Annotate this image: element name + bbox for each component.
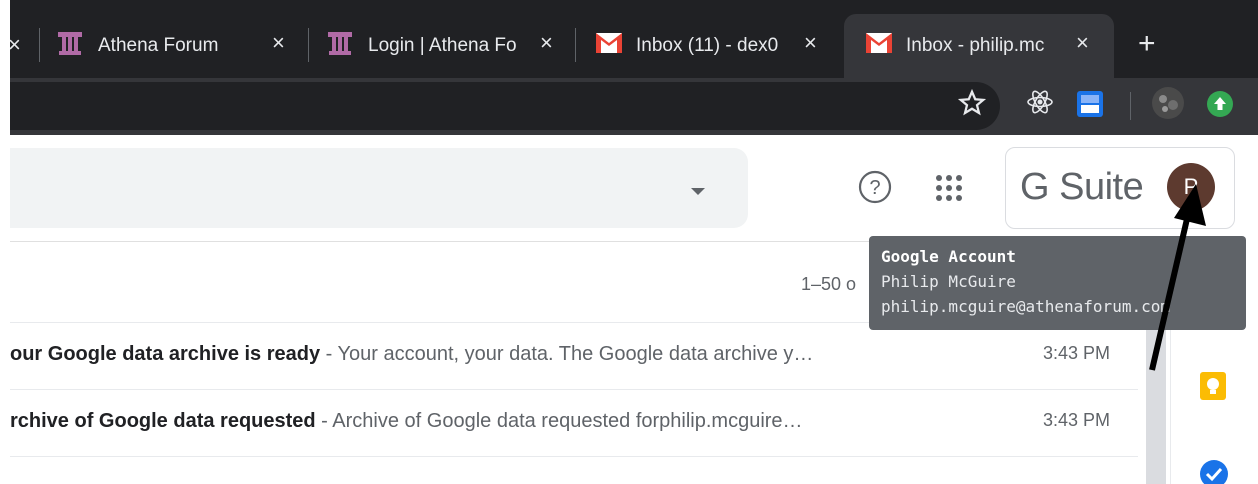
green-upload-extension-icon[interactable]	[1206, 90, 1234, 123]
gmail-icon	[596, 33, 622, 59]
email-subject: rchive of Google data requested	[10, 410, 316, 432]
toolbar-divider	[1130, 92, 1131, 120]
tab-label: Login | Athena Fo	[368, 35, 517, 56]
close-icon[interactable]: ×	[272, 30, 285, 56]
email-text: our Google data archive is ready - Your …	[10, 343, 950, 366]
close-icon[interactable]: ×	[540, 30, 553, 56]
react-extension-icon[interactable]	[1026, 88, 1054, 121]
athena-column-icon	[56, 30, 84, 62]
tab-inbox-philip[interactable]: Inbox - philip.mc ×	[844, 14, 1114, 78]
tab-separator	[575, 28, 576, 62]
search-bar[interactable]	[10, 148, 748, 228]
athena-column-icon	[326, 30, 354, 62]
search-options-chevron-down-icon[interactable]	[690, 184, 706, 202]
tab-label: Athena Forum	[98, 35, 219, 56]
tab-separator	[39, 28, 40, 62]
email-time: 3:43 PM	[1042, 343, 1110, 363]
annotation-arrow-icon	[1149, 184, 1206, 371]
email-text: rchive of Google data requested - Archiv…	[10, 410, 950, 433]
help-icon[interactable]: ?	[858, 170, 892, 209]
blue-extension-icon[interactable]	[1076, 90, 1104, 123]
email-row[interactable]: rchive of Google data requested - Archiv…	[10, 390, 1138, 457]
gmail-icon	[866, 33, 892, 59]
tab-label: Inbox - philip.mc	[906, 35, 1045, 56]
close-icon[interactable]: ×	[1076, 30, 1089, 56]
help-icon-glyph: ?	[869, 177, 880, 199]
tab-strip: × Athena Forum × Login | Athena Fo × Inb…	[10, 0, 1258, 78]
email-snippet: - Archive of Google data requested forph…	[315, 410, 803, 432]
email-snippet: - Your account, your data. The Google da…	[320, 343, 814, 365]
apps-grid-icon[interactable]	[934, 173, 964, 208]
tab-athena-login[interactable]: Login | Athena Fo ×	[326, 14, 584, 78]
tab-inbox-dex[interactable]: Inbox (11) - dex0 ×	[596, 14, 842, 78]
profile-avatar-icon[interactable]	[1151, 86, 1185, 125]
address-bar[interactable]	[10, 82, 1000, 130]
tab-athena-forum[interactable]: Athena Forum ×	[56, 14, 318, 78]
close-icon[interactable]: ×	[10, 32, 21, 58]
tasks-icon[interactable]	[1199, 459, 1229, 484]
email-time: 3:43 PM	[1042, 410, 1110, 430]
browser-window: × Athena Forum × Login | Athena Fo × Inb…	[10, 0, 1258, 484]
email-subject: our Google data archive is ready	[10, 343, 321, 365]
tab-separator	[308, 28, 309, 62]
gsuite-logo: G Suite	[1020, 166, 1144, 208]
new-tab-button[interactable]: +	[1138, 20, 1156, 68]
email-row[interactable]: our Google data archive is ready - Your …	[10, 323, 1138, 390]
tab-partial[interactable]: ×	[10, 14, 34, 78]
star-icon[interactable]	[957, 88, 987, 123]
tab-label: Inbox (11) - dex0	[636, 35, 779, 56]
gmail-header: ? G Suite P	[10, 135, 1258, 242]
browser-toolbar	[10, 78, 1258, 135]
close-icon[interactable]: ×	[804, 30, 817, 56]
